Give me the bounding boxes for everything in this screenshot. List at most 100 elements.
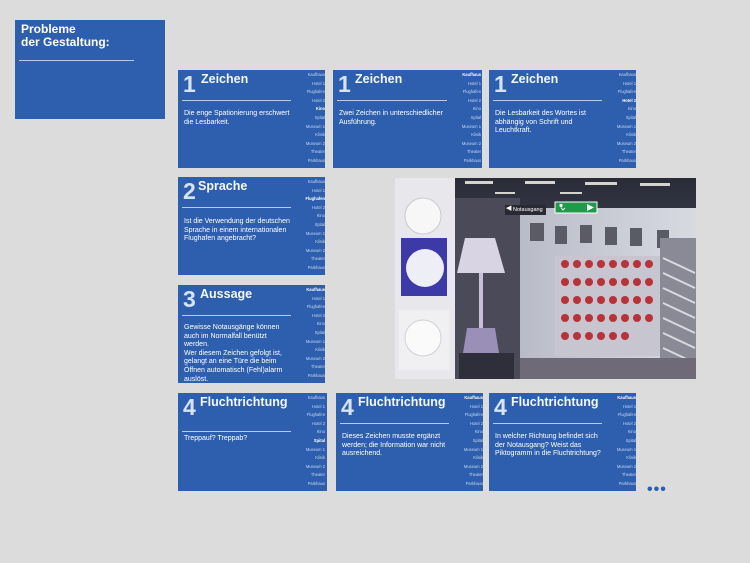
location-item: Parkhaus <box>307 264 325 270</box>
arrow-left-icon: ◀ <box>506 205 512 212</box>
card-title: Sprache <box>198 179 248 193</box>
card-number: 1 <box>494 71 507 97</box>
card-location-list: Kaufhaus Hotel 1 Flughafen Hotel 2 Kino Spita… <box>295 178 325 273</box>
location-item: Hotel 1 <box>623 403 636 409</box>
location-item: Museum 1 <box>305 446 325 452</box>
location-item: Spital <box>314 221 325 227</box>
location-item: Museum 2 <box>305 247 325 253</box>
location-item: Museum 2 <box>463 463 483 469</box>
location-item: Museum 1 <box>616 123 636 129</box>
card-number: 4 <box>341 394 354 420</box>
card-text-line: Gewisse Notausgänge können <box>184 324 280 331</box>
card-number: 1 <box>183 71 196 97</box>
slide-card: 1 Zeichen Die Lesbarkeit des Wortes ist abh… <box>489 70 636 168</box>
location-item: Klinik <box>315 347 325 353</box>
card-text-line: Wer diesem Zeichen gefolgt ist, <box>184 349 282 357</box>
card-divider <box>493 423 602 424</box>
location-item: Kaufhaus <box>307 179 325 184</box>
card-location-list: Kaufhaus Hotel 1 Flughafen Hotel 2 Kino Spita… <box>453 394 483 489</box>
location-item: Kaufhaus <box>307 72 325 77</box>
location-item: Theater <box>621 149 636 155</box>
location-item: Parkhaus <box>463 157 481 163</box>
location-item: Theater <box>310 472 325 478</box>
location-item: Flughafen <box>464 412 483 418</box>
card-text: In welcher Richtung befindet sich der Not… <box>495 433 602 459</box>
card-divider <box>340 423 449 424</box>
location-item: Klinik <box>315 455 325 461</box>
location-item: Theater <box>310 149 325 155</box>
location-item: Flughafen <box>617 412 636 418</box>
card-title: Fluchtrichtung <box>358 395 446 409</box>
card-text-line: Treppauf? Treppab? <box>184 435 248 442</box>
exit-sign-text: Notausgang <box>513 207 543 213</box>
card-text-line: gelangt an eine Türe die beim <box>184 358 277 366</box>
location-item: Museum 2 <box>305 355 325 361</box>
location-item: Spital <box>625 437 636 443</box>
card-title: Fluchtrichtung <box>200 395 288 409</box>
location-item: Parkhaus <box>618 157 636 163</box>
card-location-list: Kaufhaus Hotel 1 Flughafen Hotel 2 Kino Spita… <box>451 71 481 166</box>
location-item: Hotel 2 <box>312 420 325 426</box>
card-text: Dieses Zeichen musste ergänzt werden; die… <box>342 433 449 459</box>
card-text-line: Flughafen angebracht? <box>184 235 256 243</box>
location-item: Museum 1 <box>461 123 481 129</box>
location-item: Klinik <box>315 239 325 245</box>
location-item: Museum 2 <box>461 140 481 146</box>
card-text-line: Zwei Zeichen in unterschiedlicher <box>339 110 443 117</box>
slide-card: 2 Sprache Ist die Verwendung der deutschen… <box>178 177 325 275</box>
location-item: Flughafen <box>306 89 325 95</box>
header-card: Probleme der Gestaltung: <box>15 20 165 119</box>
location-item: Spital <box>470 114 481 120</box>
location-item: Kino <box>315 106 325 112</box>
card-text: Treppauf? Treppab? <box>184 435 291 444</box>
location-item: Kaufhaus <box>462 72 481 77</box>
location-item: Theater <box>466 149 481 155</box>
location-item: Kino <box>627 429 636 435</box>
location-item: Flughafen <box>306 304 325 310</box>
card-title: Zeichen <box>511 72 559 86</box>
location-item: Hotel 1 <box>623 80 636 86</box>
location-item: Museum 1 <box>616 446 636 452</box>
card-number: 1 <box>338 71 351 97</box>
location-item: Spital <box>625 114 636 120</box>
card-title: Fluchtrichtung <box>511 395 599 409</box>
store-photo: ◀ Notausgang <box>395 178 696 379</box>
card-location-list: Kaufhaus Hotel 1 Flughafen Hotel 2 Kino Spita… <box>295 71 325 166</box>
card-divider <box>182 207 291 208</box>
location-item: Hotel 2 <box>468 97 481 103</box>
location-item: Kaufhaus <box>307 395 325 400</box>
location-item: Spital <box>314 329 325 335</box>
card-text-line: abhängig von Schrift und <box>495 118 573 126</box>
location-item: Hotel 2 <box>312 97 325 103</box>
card-location-list: Kaufhaus Hotel 1 Flughafen Hotel 2 Kino Spita… <box>295 286 325 381</box>
location-item: Kino <box>474 429 483 435</box>
location-item: Flughafen <box>306 412 325 418</box>
location-item: Kino <box>627 106 636 112</box>
card-title: Zeichen <box>355 72 403 86</box>
page-title: Probleme der Gestaltung: <box>21 23 110 49</box>
card-text-line: Dieses Zeichen musste ergänzt <box>342 433 441 440</box>
card-number: 2 <box>183 178 196 204</box>
card-number: 4 <box>494 394 507 420</box>
location-item: Spital <box>314 114 325 120</box>
location-item: Museum 1 <box>305 230 325 236</box>
location-item: Kino <box>316 429 325 435</box>
location-item: Parkhaus <box>307 157 325 163</box>
location-item: Hotel 1 <box>312 403 325 409</box>
location-item: Museum 1 <box>463 446 483 452</box>
card-text-line: auslöst. <box>184 375 209 383</box>
location-item: Hotel 1 <box>312 80 325 86</box>
location-item: Flughafen <box>617 89 636 95</box>
location-item: Parkhaus <box>307 480 325 486</box>
location-item: Museum 2 <box>305 463 325 469</box>
location-item: Klinik <box>626 132 636 138</box>
location-item: Hotel 1 <box>312 187 325 193</box>
location-item: Museum 2 <box>616 140 636 146</box>
card-divider <box>182 431 291 432</box>
card-text-line: In welcher Richtung befindet sich <box>495 433 598 440</box>
location-item: Hotel 1 <box>468 80 481 86</box>
card-text-line: Sprache in einem internationalen <box>184 226 287 234</box>
location-item: Kino <box>472 106 481 112</box>
location-item: Flughafen <box>462 89 481 95</box>
card-text-line: Leuchtkraft. <box>495 127 532 135</box>
